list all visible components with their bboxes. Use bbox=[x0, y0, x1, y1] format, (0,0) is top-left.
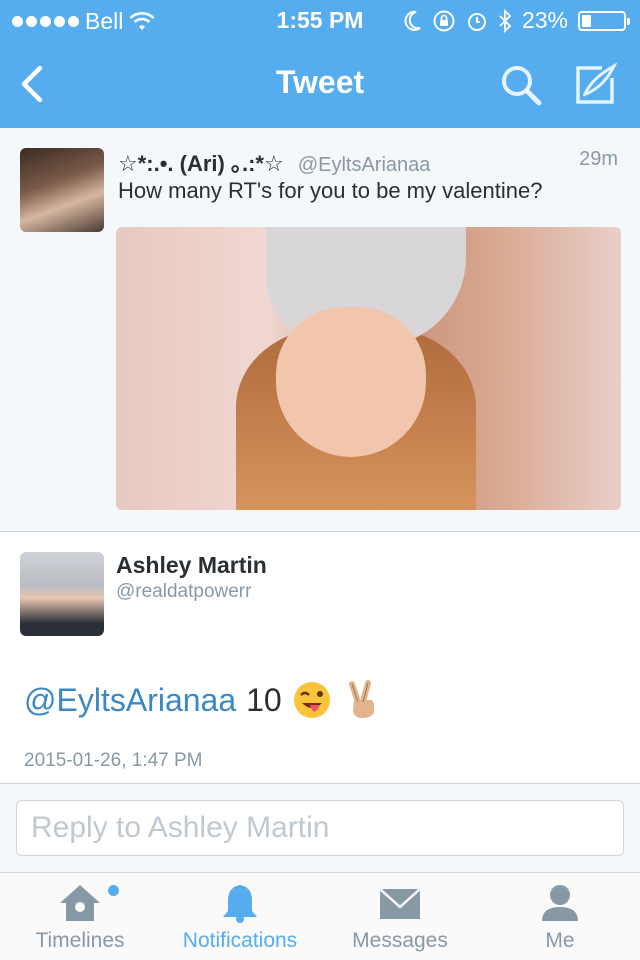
reply-input[interactable] bbox=[16, 800, 624, 856]
bell-icon bbox=[223, 885, 257, 923]
original-tweet[interactable]: ☆*:.•. (Ari) ｡.:*☆ @EyltsArianaa 29m How… bbox=[0, 128, 640, 532]
reply-author-handle[interactable]: @realdatpowerr bbox=[116, 581, 251, 603]
compose-icon[interactable] bbox=[572, 62, 618, 108]
tab-label-timelines: Timelines bbox=[35, 929, 125, 952]
tweet-author-name[interactable]: ☆*:.•. (Ari) ｡.:*☆ bbox=[118, 151, 284, 176]
rotation-lock-icon bbox=[433, 10, 455, 31]
envelope-icon bbox=[379, 888, 421, 919]
top-bar: Bell 1:55 PM 23% Tweet bbox=[0, 0, 640, 128]
page-title: Tweet bbox=[275, 64, 365, 100]
bluetooth-icon bbox=[499, 8, 512, 33]
tab-me[interactable]: Me bbox=[480, 873, 640, 960]
victory-hand-emoji bbox=[348, 680, 374, 718]
reply-timestamp: 2015-01-26, 1:47 PM bbox=[24, 750, 203, 771]
winking-tongue-emoji bbox=[293, 682, 330, 718]
home-icon bbox=[60, 885, 100, 921]
status-bar: Bell 1:55 PM 23% bbox=[0, 0, 640, 40]
tab-notifications[interactable]: Notifications bbox=[160, 873, 320, 960]
battery-icon bbox=[578, 10, 630, 31]
reply-author-avatar[interactable] bbox=[20, 552, 104, 636]
tweet-text: How many RT's for you to be my valentine… bbox=[118, 178, 543, 203]
reply-count-text: 10 bbox=[246, 681, 282, 718]
tweet-author-handle[interactable]: @EyltsArianaa bbox=[298, 154, 431, 176]
reply-tweet: Ashley Martin @realdatpowerr @EyltsArian… bbox=[0, 532, 640, 784]
search-icon[interactable] bbox=[498, 62, 544, 108]
tab-bar: Timelines Notifications Messages Me bbox=[0, 872, 640, 960]
tab-label-messages: Messages bbox=[352, 929, 448, 952]
tab-label-notifications: Notifications bbox=[182, 929, 298, 952]
person-icon bbox=[542, 885, 578, 921]
tweet-author-avatar[interactable] bbox=[20, 148, 104, 232]
status-right: 23% bbox=[402, 7, 630, 34]
moon-icon bbox=[404, 10, 421, 31]
reply-mention-link[interactable]: @EyltsArianaa bbox=[24, 682, 236, 719]
reply-author-name[interactable]: Ashley Martin bbox=[116, 552, 267, 579]
alarm-icon bbox=[467, 12, 486, 31]
battery-percent: 23% bbox=[521, 7, 568, 33]
tweet-age: 29m bbox=[579, 148, 618, 170]
tab-messages[interactable]: Messages bbox=[320, 873, 480, 960]
tweet-photo[interactable] bbox=[116, 227, 621, 510]
timelines-unread-dot bbox=[108, 885, 119, 896]
tweet-header: ☆*:.•. (Ari) ｡.:*☆ @EyltsArianaa bbox=[118, 146, 430, 178]
tab-label-me: Me bbox=[545, 929, 575, 952]
tab-timelines[interactable]: Timelines bbox=[0, 873, 160, 960]
nav-bar: Tweet bbox=[0, 40, 640, 128]
reply-composer bbox=[0, 784, 640, 872]
reply-text: @EyltsArianaa 10 bbox=[24, 680, 382, 720]
